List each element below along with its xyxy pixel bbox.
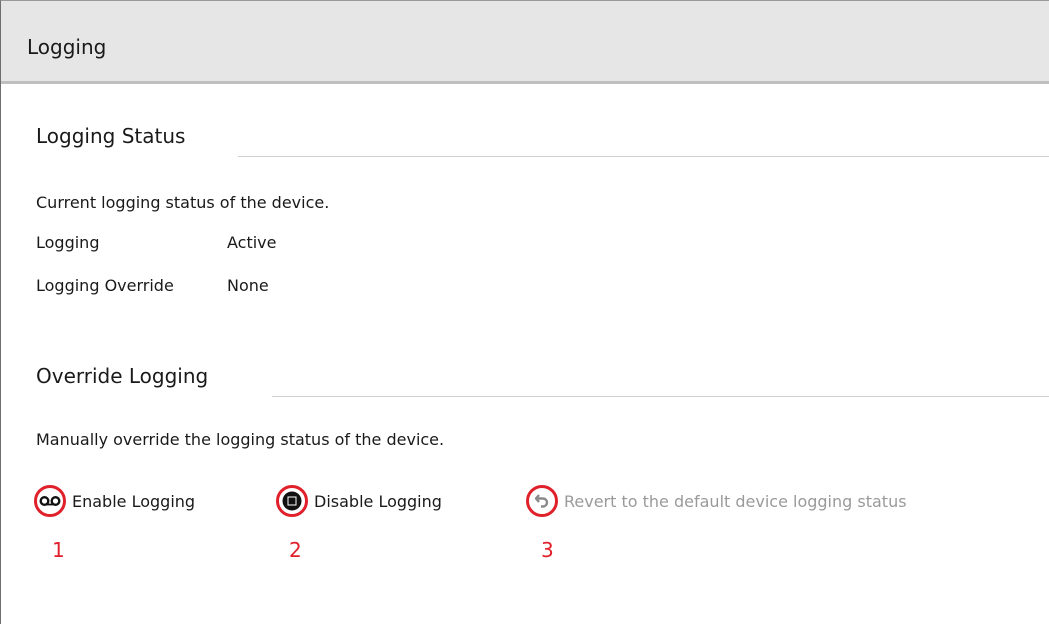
disable-logging-label: Disable Logging: [314, 491, 442, 511]
stop-icon: [276, 485, 308, 517]
logging-status-description: Current logging status of the device.: [36, 193, 330, 212]
undo-icon: [526, 485, 558, 517]
callout-3: 3: [541, 538, 554, 562]
section-divider: [238, 156, 1049, 157]
logging-label: Logging: [36, 233, 100, 252]
title-bar: Logging: [1, 1, 1049, 84]
disable-logging-button[interactable]: Disable Logging: [276, 483, 442, 519]
enable-logging-label: Enable Logging: [72, 491, 196, 511]
revert-logging-button[interactable]: Revert to the default device logging sta…: [526, 483, 907, 519]
logging-override-label: Logging Override: [36, 276, 174, 295]
revert-logging-label: Revert to the default device logging sta…: [564, 491, 907, 511]
window-frame: [0, 0, 1049, 624]
logging-status-heading: Logging Status: [36, 124, 186, 148]
override-logging-heading: Override Logging: [36, 364, 209, 388]
voicemail-icon: [34, 485, 66, 517]
callout-1: 1: [52, 538, 65, 562]
enable-logging-button[interactable]: Enable Logging: [34, 483, 195, 519]
logging-value: Active: [227, 233, 277, 252]
override-logging-description: Manually override the logging status of …: [36, 430, 445, 449]
logging-override-value: None: [227, 276, 269, 295]
section-divider: [272, 396, 1049, 397]
window-title: Logging: [27, 35, 107, 59]
callout-2: 2: [289, 538, 302, 562]
